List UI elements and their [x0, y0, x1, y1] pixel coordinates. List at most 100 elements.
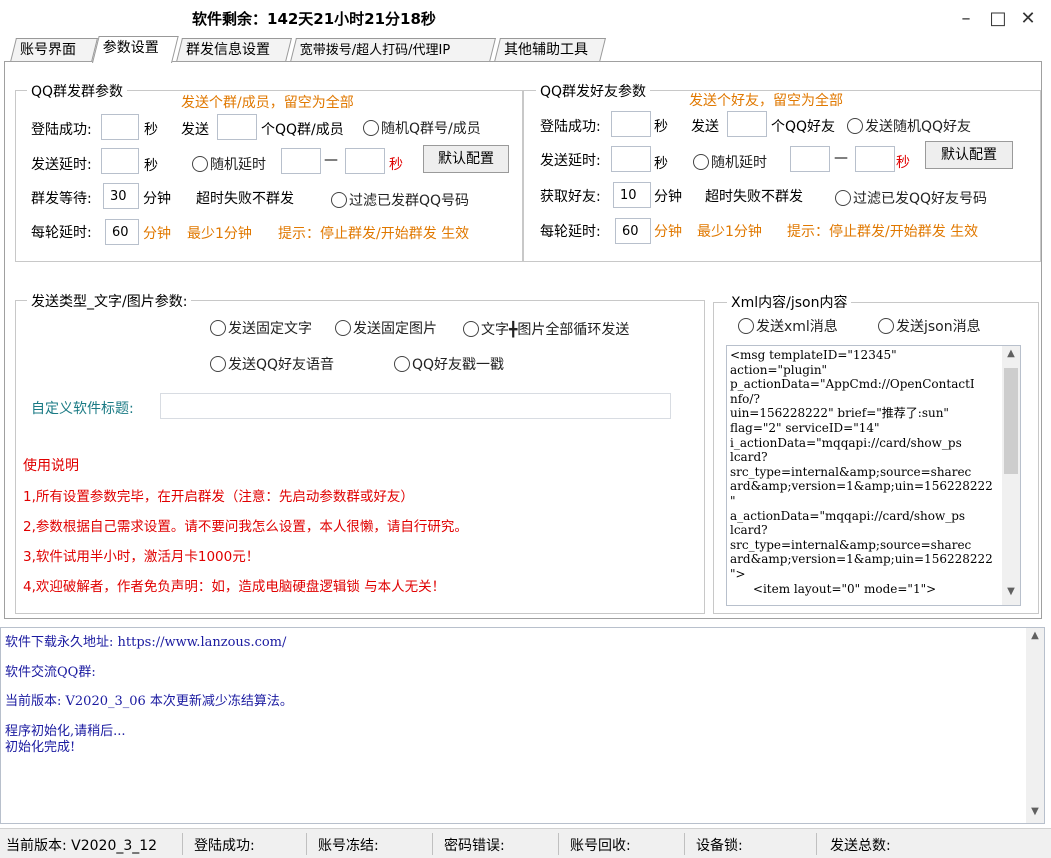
tab-params[interactable]: 参数设置	[92, 36, 179, 63]
radio-icon	[192, 156, 208, 172]
friend-round-label: 每轮延时:	[540, 224, 601, 240]
radio-icon	[394, 356, 410, 372]
xml-scrollbar[interactable]: ▲ ▼	[1002, 346, 1020, 605]
group-timeout-text: 超时失败不群发	[196, 191, 294, 207]
group-round-minute: 分钟	[143, 226, 171, 242]
radio-icon	[331, 192, 347, 208]
friend-send-unit: 个QQ好友	[771, 119, 836, 135]
group-sec-red: 秒	[389, 157, 403, 173]
group-tip: 提示：停止群发/开始群发 生效	[278, 226, 470, 242]
scroll-up-icon[interactable]: ▲	[1002, 348, 1020, 359]
friend-filter-radio[interactable]: 过滤已发QQ好友号码	[835, 188, 987, 208]
friend-round-minute: 分钟	[654, 224, 682, 240]
scroll-down-icon[interactable]: ▼	[1026, 806, 1044, 817]
group-default-config-button[interactable]: 默认配置	[423, 145, 509, 173]
status-frozen: 账号冻结:	[318, 838, 379, 854]
friend-tip: 提示：停止群发/开始群发 生效	[787, 224, 979, 240]
friend-send-label: 发送	[691, 119, 719, 135]
close-icon[interactable]: ✕	[1015, 6, 1041, 32]
group-send-unit: 个QQ群/成员	[261, 122, 344, 138]
scroll-down-icon[interactable]: ▼	[1002, 586, 1020, 597]
send-json-radio[interactable]: 发送json消息	[878, 316, 981, 336]
status-total: 发送总数:	[830, 838, 891, 854]
usage-line: 3,软件试用半小时，激活月卡1000元！	[23, 549, 260, 565]
group-wait-input[interactable]	[103, 183, 139, 209]
friend-login-input[interactable]	[611, 111, 651, 137]
group-delay-input[interactable]	[101, 148, 139, 174]
scroll-thumb[interactable]	[1004, 368, 1018, 474]
group-sec-label: 秒	[144, 122, 158, 138]
group-send-label: 发送	[181, 122, 209, 138]
friend-send-input[interactable]	[727, 111, 767, 137]
friend-round-input[interactable]	[615, 218, 651, 244]
maximize-icon[interactable]: □	[985, 6, 1011, 32]
friend-sec-label: 秒	[654, 119, 668, 135]
friend-timeout-text: 超时失败不群发	[705, 189, 803, 205]
xml-content-textarea[interactable]: <msg templateID="12345" action="plugin" …	[726, 345, 1021, 606]
log-line: 当前版本: V2020_3_06 本次更新减少冻结算法。	[5, 694, 293, 709]
log-scrollbar[interactable]: ▲ ▼	[1026, 628, 1044, 823]
radio-icon	[335, 320, 351, 336]
friend-delay-input[interactable]	[611, 146, 651, 172]
status-bar: 当前版本: V2020_3_12 登陆成功: 账号冻结: 密码错误: 账号回收:…	[0, 828, 1051, 858]
tab-broadband-proxy[interactable]: 宽带拨号/超人打码/代理IP	[290, 38, 496, 62]
friend-rand-from-input[interactable]	[790, 146, 830, 172]
friend-get-input[interactable]	[613, 182, 651, 208]
send-image-radio[interactable]: 发送固定图片	[335, 318, 437, 338]
friend-rand-to-input[interactable]	[855, 146, 895, 172]
group-random-radio[interactable]: 随机Q群号/成员	[363, 118, 481, 138]
group-sec-label-2: 秒	[144, 158, 158, 174]
tab-group-msg[interactable]: 群发信息设置	[176, 38, 292, 62]
group-params-title: QQ群发群参数	[27, 81, 128, 101]
group-hint: 发送个群/成员，留空为全部	[181, 95, 354, 111]
send-poke-radio[interactable]: QQ好友戳一戳	[394, 354, 504, 374]
status-divider	[816, 833, 817, 855]
usage-title: 使用说明	[23, 458, 79, 474]
friend-sec-red: 秒	[896, 155, 910, 171]
friend-random-radio[interactable]: 发送随机QQ好友	[847, 116, 971, 136]
group-minute-label: 分钟	[143, 191, 171, 207]
friend-default-config-button[interactable]: 默认配置	[925, 141, 1013, 169]
group-round-input[interactable]	[105, 219, 139, 245]
group-filter-radio[interactable]: 过滤已发群QQ号码	[331, 190, 469, 210]
status-pwd-error: 密码错误:	[444, 838, 505, 854]
custom-title-input[interactable]	[160, 393, 671, 419]
group-login-label: 登陆成功:	[31, 122, 92, 138]
scroll-up-icon[interactable]: ▲	[1026, 630, 1044, 641]
radio-icon	[693, 154, 709, 170]
params-panel: QQ群发群参数 发送个群/成员，留空为全部 登陆成功: 秒 发送 个QQ群/成员…	[4, 61, 1042, 619]
tab-tools[interactable]: 其他辅助工具	[494, 38, 606, 62]
friend-get-label: 获取好友:	[540, 189, 601, 205]
log-output[interactable]: 软件下载永久地址: https://www.lanzous.com/ 软件交流Q…	[0, 627, 1045, 824]
log-line: 软件下载永久地址: https://www.lanzous.com/	[5, 635, 287, 650]
status-device-lock: 设备锁:	[696, 838, 743, 854]
send-xml-radio[interactable]: 发送xml消息	[738, 316, 838, 336]
group-send-input[interactable]	[217, 114, 257, 140]
tab-strip: 账号界面 参数设置 群发信息设置 宽带拨号/超人打码/代理IP 其他辅助工具	[0, 36, 1051, 63]
custom-title-label: 自定义软件标题:	[31, 401, 134, 417]
friend-min-note: 最少1分钟	[697, 224, 762, 240]
usage-line: 1,所有设置参数完毕，在开启群发（注意：先启动参数群或好友）	[23, 489, 414, 505]
friend-params-title: QQ群发好友参数	[536, 81, 651, 101]
minimize-icon[interactable]: –	[953, 6, 979, 32]
group-random-delay-radio[interactable]: 随机延时	[192, 154, 266, 174]
send-voice-radio[interactable]: 发送QQ好友语音	[210, 354, 334, 374]
status-divider	[182, 833, 183, 855]
group-wait-label: 群发等待:	[31, 191, 92, 207]
group-rand-from-input[interactable]	[281, 148, 321, 174]
usage-line: 2,参数根据自己需求设置。请不要问我怎么设置，本人很懒，请自行研究。	[23, 519, 468, 535]
status-divider	[558, 833, 559, 855]
group-rand-to-input[interactable]	[345, 148, 385, 174]
xml-content-text: <msg templateID="12345" action="plugin" …	[730, 348, 993, 596]
group-min-note: 最少1分钟	[187, 226, 252, 242]
tab-account[interactable]: 账号界面	[10, 38, 98, 62]
group-login-input[interactable]	[101, 114, 139, 140]
send-cycle-radio[interactable]: 文字╋图片全部循环发送	[463, 319, 629, 339]
group-delay-label: 发送延时:	[31, 157, 92, 173]
send-text-radio[interactable]: 发送固定文字	[210, 318, 312, 338]
status-divider	[306, 833, 307, 855]
friend-login-label: 登陆成功:	[540, 119, 601, 135]
radio-icon	[847, 118, 863, 134]
friend-random-delay-radio[interactable]: 随机延时	[693, 152, 767, 172]
status-login: 登陆成功:	[194, 838, 255, 854]
